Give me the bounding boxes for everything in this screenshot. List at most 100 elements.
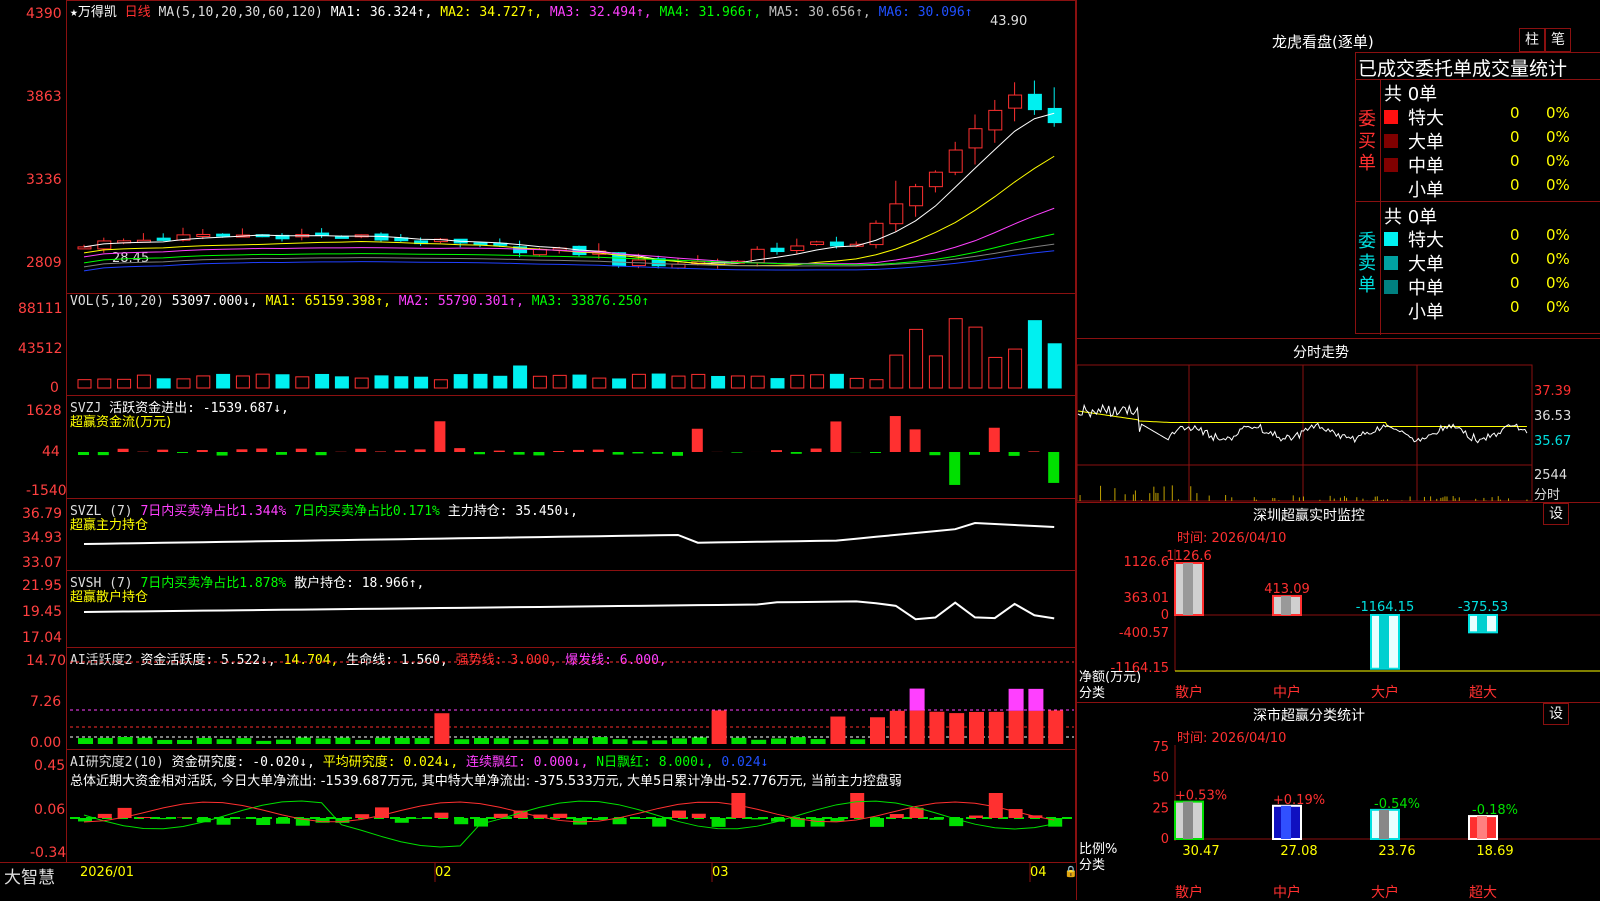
sz-monitor-category: 中户 xyxy=(1273,684,1301,701)
volume-bar xyxy=(731,376,744,388)
svzj-bar xyxy=(910,429,921,452)
sz-monitor-bar-shade xyxy=(1477,615,1487,632)
ai-bar xyxy=(494,738,509,744)
svzj-bar xyxy=(434,421,445,452)
tick-mode-button[interactable]: 笔 xyxy=(1545,28,1571,52)
candle-body xyxy=(791,246,804,251)
chart-area[interactable]: ★万得凯 日线 MA(5,10,20,30,60,120) MA1: 36.32… xyxy=(0,0,1076,882)
sz-class-category: 散户 xyxy=(1175,884,1203,901)
research-bar xyxy=(137,817,151,818)
intraday-panel[interactable]: 分时走势 37.39 36.53 35.67 2544 分时 xyxy=(1077,338,1600,502)
sz-monitor-panel: 深圳超赢实时监控 设 时间: 2026/04/10 1126.6363.010-… xyxy=(1077,502,1600,702)
ai-bar xyxy=(395,738,410,744)
research-bar xyxy=(811,818,825,827)
intraday-tick: 35.67 xyxy=(1534,434,1571,449)
sz-monitor-category: 散户 xyxy=(1175,684,1203,701)
bottom-bar: 大智慧 2026/01 02 03 04 🔒 xyxy=(0,862,1076,883)
ai-bar xyxy=(137,738,152,744)
volume-bar xyxy=(415,377,428,388)
ai-bar xyxy=(553,739,568,744)
sz-monitor-xlabel: 分类 xyxy=(1079,686,1105,701)
sz-monitor-y-tick: 1126.6 xyxy=(1124,555,1170,570)
order-color-swatch xyxy=(1384,280,1398,294)
svzj-bar xyxy=(1028,451,1039,452)
ai-bar xyxy=(811,739,826,744)
sz-monitor-bar-shade xyxy=(1379,615,1389,669)
intraday-tick: 37.39 xyxy=(1534,384,1571,399)
svzj-bar xyxy=(355,449,366,452)
intraday-chart[interactable] xyxy=(1077,363,1600,503)
ai-bar xyxy=(415,738,430,744)
buy-orders-label: 委买单 xyxy=(1358,109,1376,175)
candle-body xyxy=(157,238,170,240)
volume-bar xyxy=(712,376,725,388)
order-color-swatch xyxy=(1384,256,1398,270)
volume-bar xyxy=(296,377,309,388)
candle-body xyxy=(890,204,903,224)
ai-bar xyxy=(514,740,529,744)
volume-bar xyxy=(316,374,329,388)
volume-bar xyxy=(652,374,665,388)
ai-bar xyxy=(1048,711,1063,744)
ai-bar xyxy=(632,740,647,744)
volume-bar xyxy=(78,380,91,388)
ai-bar xyxy=(533,740,548,744)
ai-bar xyxy=(177,740,192,744)
svzj-bar xyxy=(830,421,841,452)
volume-bar xyxy=(514,366,527,388)
svzj-bar xyxy=(375,451,386,452)
volume-bar xyxy=(553,375,566,388)
kline-chart-surface[interactable] xyxy=(0,0,1076,882)
order-row-count: 0 xyxy=(1510,152,1520,170)
ai-bar xyxy=(870,717,885,744)
volume-bar xyxy=(157,379,170,388)
sz-class-chart[interactable]: 7550250+0.53%30.47散户+0.19%27.08中户-0.54%2… xyxy=(1077,703,1600,901)
svzj-bar xyxy=(236,449,247,452)
candle-body xyxy=(316,233,329,235)
ai-bar xyxy=(316,738,331,744)
research-bar xyxy=(434,813,448,818)
volume-bar xyxy=(791,375,804,388)
svzj-bar xyxy=(672,452,683,456)
svzj-bar xyxy=(157,450,168,452)
research-bar xyxy=(454,818,468,824)
research-bar xyxy=(672,811,686,818)
volume-bar xyxy=(474,374,487,388)
ai-bar xyxy=(989,712,1004,744)
svzj-bar xyxy=(494,451,505,452)
svzj-bar xyxy=(415,449,426,452)
sz-class-panel: 深市超赢分类统计 设 时间: 2026/04/10 7550250+0.53%3… xyxy=(1077,702,1600,900)
research-bar xyxy=(415,818,429,819)
svzj-bar xyxy=(1009,452,1020,456)
order-row-name: 中单 xyxy=(1408,152,1444,178)
sz-monitor-chart[interactable]: 1126.6363.010-400.57-1164.151126.6散户413.… xyxy=(1077,503,1600,703)
order-row-name: 小单 xyxy=(1408,298,1444,324)
order-color-swatch xyxy=(1384,158,1398,172)
svzj-bar xyxy=(454,448,465,452)
ai-burst-bar xyxy=(1009,689,1024,711)
bar-mode-button[interactable]: 柱 xyxy=(1519,28,1545,52)
sz-class-category: 大户 xyxy=(1371,884,1399,901)
order-row-pct: 0% xyxy=(1546,250,1570,268)
research-bar xyxy=(276,818,290,824)
volume-bar xyxy=(355,378,368,388)
volume-bar xyxy=(1009,349,1022,388)
ai-bar xyxy=(731,738,746,744)
ai-bar xyxy=(236,738,251,744)
sz-class-y-tick: 75 xyxy=(1152,740,1169,755)
ai-bar xyxy=(335,738,350,744)
volume-bar xyxy=(613,379,626,388)
ai-bar xyxy=(969,712,984,744)
research-bar xyxy=(78,818,92,821)
volume-bar xyxy=(771,379,784,388)
order-row-name: 中单 xyxy=(1408,274,1444,300)
ai-bar xyxy=(276,740,291,744)
brand-label[interactable]: 大智慧 xyxy=(4,863,55,888)
svzj-bar xyxy=(296,449,307,452)
research-bar xyxy=(355,814,369,818)
svzj-bar xyxy=(553,451,564,452)
research-bar xyxy=(890,814,904,818)
order-row-pct: 0% xyxy=(1546,274,1570,292)
sz-class-bar-shade xyxy=(1379,810,1389,839)
sz-class-xlabel: 分类 xyxy=(1079,858,1105,873)
